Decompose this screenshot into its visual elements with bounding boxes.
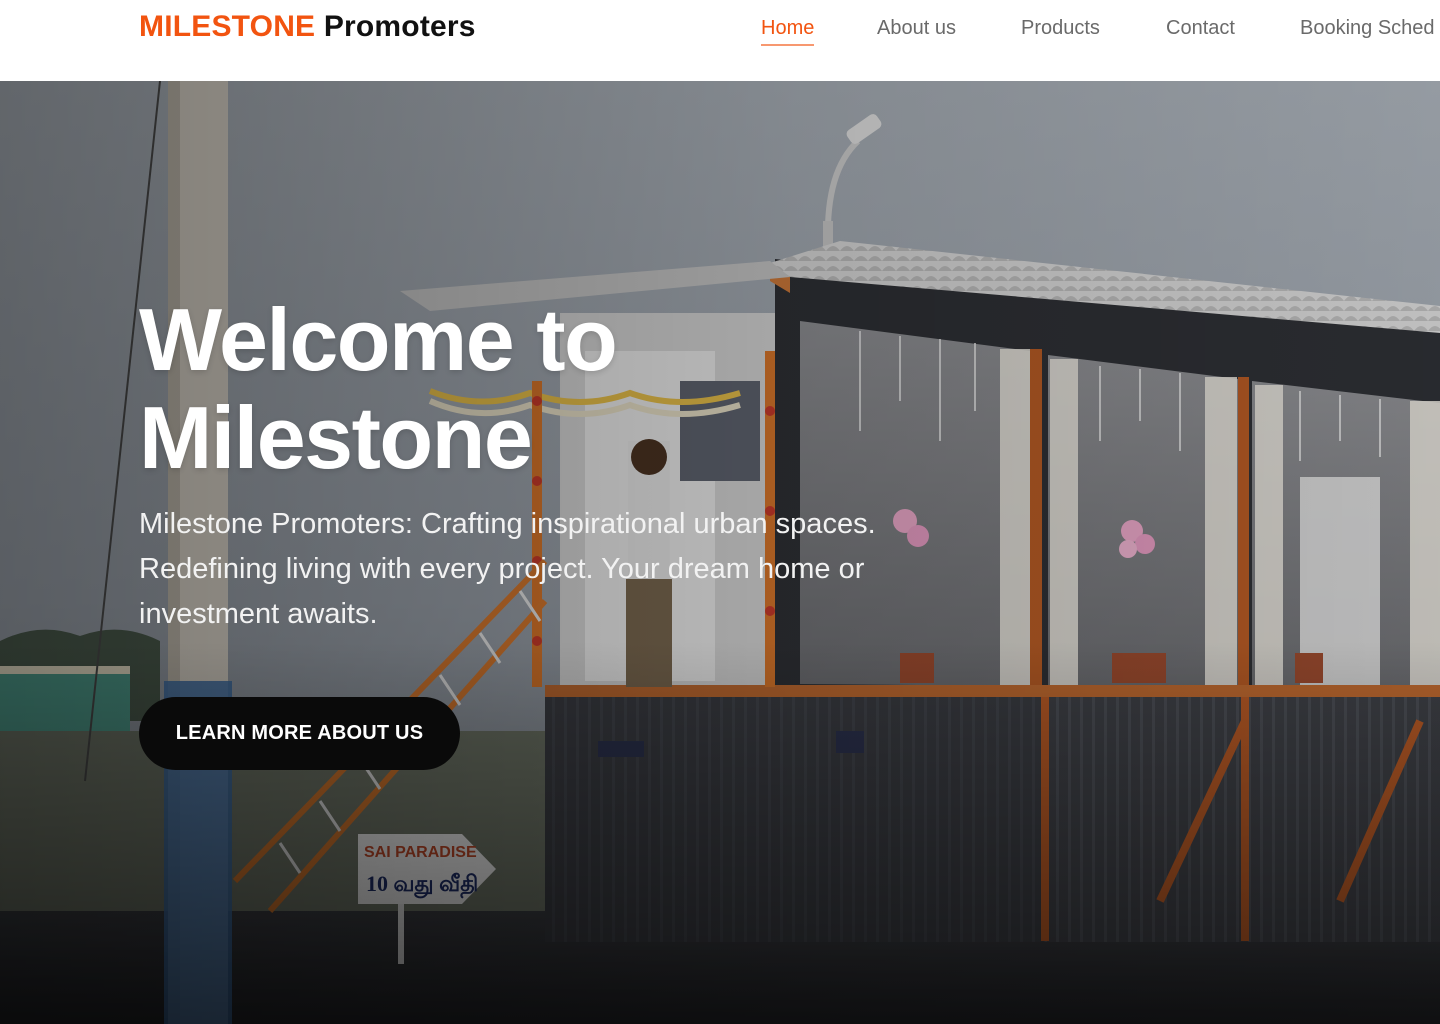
hero-content: Welcome to Milestone Milestone Promoters… xyxy=(0,81,1440,1024)
nav-contact[interactable]: Contact xyxy=(1166,14,1235,42)
hero-section: SAI PARADISE 10 வது வீதி Welcome to Mile… xyxy=(0,81,1440,1024)
learn-more-button[interactable]: LEARN MORE ABOUT US xyxy=(139,697,460,770)
nav-home[interactable]: Home xyxy=(761,14,815,46)
hero-description: Milestone Promoters: Crafting inspiratio… xyxy=(139,508,876,630)
hero-title-line-1: Welcome to xyxy=(139,290,618,389)
nav-about-us[interactable]: About us xyxy=(877,14,956,42)
main-nav: Home About us Products Contact Booking S… xyxy=(0,14,1440,54)
nav-products[interactable]: Products xyxy=(1021,14,1100,42)
hero-title-line-2: Milestone xyxy=(139,388,533,487)
nav-booking-schedule[interactable]: Booking Sched xyxy=(1300,14,1435,42)
site-header: MILESTONE Promoters Home About us Produc… xyxy=(0,0,1440,81)
hero-title: Welcome to Milestone xyxy=(139,291,1039,487)
